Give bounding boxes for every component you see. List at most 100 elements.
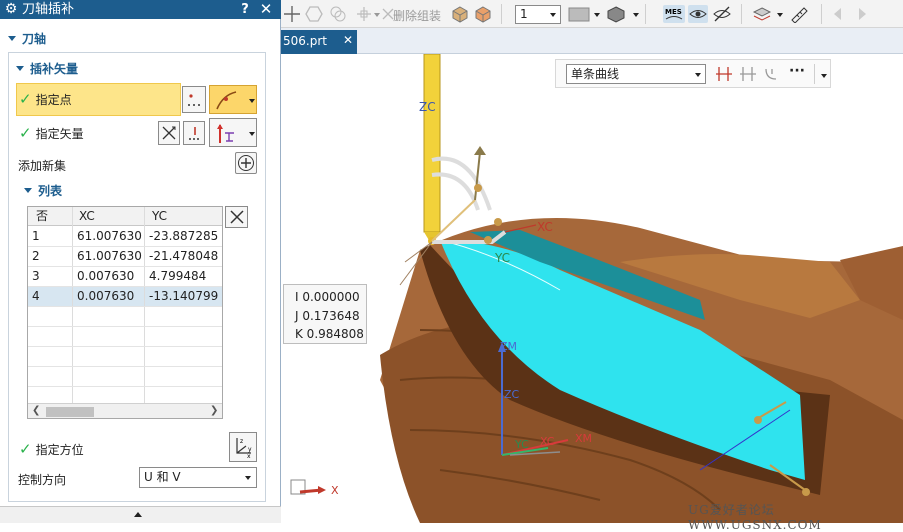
layer-settings-icon[interactable] xyxy=(752,5,772,23)
help-button[interactable]: ? xyxy=(238,0,252,19)
hexagon-icon[interactable] xyxy=(305,5,323,23)
svg-text:MES: MES xyxy=(665,8,682,16)
delete-row-button[interactable] xyxy=(225,206,248,228)
cube-shaded-icon[interactable] xyxy=(474,5,492,23)
vector-axis-icon xyxy=(217,123,234,143)
chevron-down-icon[interactable] xyxy=(821,74,827,78)
vector-list-table[interactable]: 否 XC YC 1 61.007630 -23.887285 2 61.0076… xyxy=(27,206,223,419)
forward-arrow-icon[interactable] xyxy=(853,5,871,23)
section-interpolate-vector[interactable]: 插补矢量 xyxy=(16,60,78,77)
column-header-xc[interactable]: XC xyxy=(75,207,95,226)
shaded-display-icon[interactable] xyxy=(567,5,591,23)
chevron-down-icon[interactable] xyxy=(633,13,639,17)
cell-no: 3 xyxy=(32,269,40,283)
control-direction-select[interactable]: U 和 V xyxy=(139,467,257,488)
tab-label: 506.prt xyxy=(283,34,327,48)
section-list[interactable]: 列表 xyxy=(24,182,62,199)
show-eye-icon[interactable] xyxy=(688,5,708,23)
cell-yc: -23.887285 xyxy=(149,229,219,243)
x-axis-label: X xyxy=(331,484,339,497)
i-value: I 0.000000 xyxy=(295,290,360,304)
collapse-dialog-bar[interactable] xyxy=(0,506,281,523)
move-cursor-icon[interactable] xyxy=(283,5,301,23)
reverse-direction-icon xyxy=(162,126,176,140)
layer-select[interactable]: 1 xyxy=(515,5,561,24)
collapse-triangle-icon xyxy=(24,188,32,193)
j-value: J 0.173648 xyxy=(295,309,360,323)
close-button[interactable]: ✕ xyxy=(258,0,274,19)
check-icon: ✓ xyxy=(19,124,32,142)
svg-text:y: y xyxy=(248,446,252,453)
plus-circle-icon xyxy=(238,155,254,171)
back-arrow-icon[interactable] xyxy=(829,5,847,23)
cell-yc: 4.799484 xyxy=(149,269,207,283)
csys-dialog-button[interactable]: zyx xyxy=(229,432,257,462)
tool-axis-interpolation-dialog: ⚙ 刀轴插补 ? ✕ 刀轴 插补矢量 ✓ 指定点 ✓ 指定矢量 添加新集 列表 … xyxy=(0,0,281,523)
curve-rule-select[interactable]: 单条曲线 xyxy=(566,64,706,84)
chevron-down-icon xyxy=(249,99,255,103)
mes-icon[interactable]: MES xyxy=(663,5,685,23)
xm-label: XM xyxy=(575,432,592,445)
specify-orientation-label: ✓ 指定方位 xyxy=(19,440,84,458)
cell-no: 4 xyxy=(32,289,40,303)
section-tool-axis[interactable]: 刀轴 xyxy=(8,30,46,47)
xc-wcs-label: XC xyxy=(540,435,555,448)
measure-ruler-icon[interactable] xyxy=(789,5,809,23)
document-tab-strip: 506.prt ✕ xyxy=(281,28,903,54)
dialog-title-bar[interactable]: ⚙ 刀轴插补 ? ✕ xyxy=(0,0,281,19)
intersection-curve-icon[interactable] xyxy=(714,65,734,83)
top-toolbar: 删除组装 1 MES xyxy=(281,0,903,28)
horizontal-scrollbar[interactable]: ❮ ❯ xyxy=(28,403,222,418)
reverse-direction-button[interactable] xyxy=(158,121,180,145)
cell-xc: 61.007630 xyxy=(77,229,142,243)
scroll-right-icon[interactable]: ❯ xyxy=(210,405,218,416)
xc-label: XC xyxy=(537,220,553,234)
column-header-no[interactable]: 否 xyxy=(32,207,48,226)
cube-view-icon[interactable] xyxy=(451,5,469,23)
chevron-down-icon xyxy=(550,13,556,17)
scroll-left-icon[interactable]: ❮ xyxy=(32,405,40,416)
control-direction-label: 控制方向 xyxy=(18,473,67,487)
move-component-icon[interactable] xyxy=(355,5,373,23)
inferred-vector-dropdown[interactable] xyxy=(209,118,257,147)
cell-no: 1 xyxy=(32,229,40,243)
hide-eye-icon[interactable] xyxy=(712,5,732,23)
vector-dots-icon xyxy=(189,127,199,140)
stop-at-intersection-icon[interactable] xyxy=(738,65,758,83)
add-new-set-label: 添加新集 xyxy=(18,159,67,173)
render-style-icon[interactable] xyxy=(605,5,627,23)
close-icon[interactable]: ✕ xyxy=(343,33,353,47)
constraint-icon[interactable] xyxy=(329,5,347,23)
collapse-triangle-icon xyxy=(8,36,16,41)
point-dialog-button[interactable] xyxy=(182,86,206,113)
check-icon: ✓ xyxy=(19,90,32,108)
svg-text:x: x xyxy=(247,453,251,459)
delete-x-icon xyxy=(229,210,244,224)
tab-part-file[interactable]: 506.prt ✕ xyxy=(281,30,357,54)
vector-dialog-button[interactable] xyxy=(183,121,205,145)
svg-text:z: z xyxy=(240,438,243,445)
zc-wcs-label: ZC xyxy=(504,388,520,401)
chevron-down-icon[interactable] xyxy=(594,13,600,17)
chevron-down-icon xyxy=(245,476,251,480)
inferred-point-dropdown[interactable] xyxy=(209,85,257,114)
table-header xyxy=(28,207,222,226)
zc-label: ZC xyxy=(419,100,436,114)
vector-ijk-readout: I 0.000000 J 0.173648 K 0.984808 xyxy=(283,284,367,344)
specify-vector-label: ✓ 指定矢量 xyxy=(19,124,84,142)
chevron-down-icon xyxy=(695,73,701,77)
graphics-viewport[interactable]: ZC XC YC ZM ZC YC XC XM X xyxy=(281,54,903,523)
cell-no: 2 xyxy=(32,249,40,263)
follow-fillet-icon[interactable] xyxy=(762,65,782,83)
scrollbar-thumb[interactable] xyxy=(46,407,94,417)
k-value: K 0.984808 xyxy=(295,327,364,341)
more-options-icon[interactable]: ··· xyxy=(789,63,805,79)
add-new-set-button[interactable] xyxy=(235,152,257,174)
column-header-yc[interactable]: YC xyxy=(148,207,167,226)
cell-xc: 0.007630 xyxy=(77,289,135,303)
zm-label: ZM xyxy=(500,340,517,353)
yc-label: YC xyxy=(494,251,510,265)
delete-group-button[interactable]: 删除组装 xyxy=(393,7,441,24)
csys-orientation-icon: zyx xyxy=(236,438,252,459)
chevron-down-icon[interactable] xyxy=(777,13,783,17)
